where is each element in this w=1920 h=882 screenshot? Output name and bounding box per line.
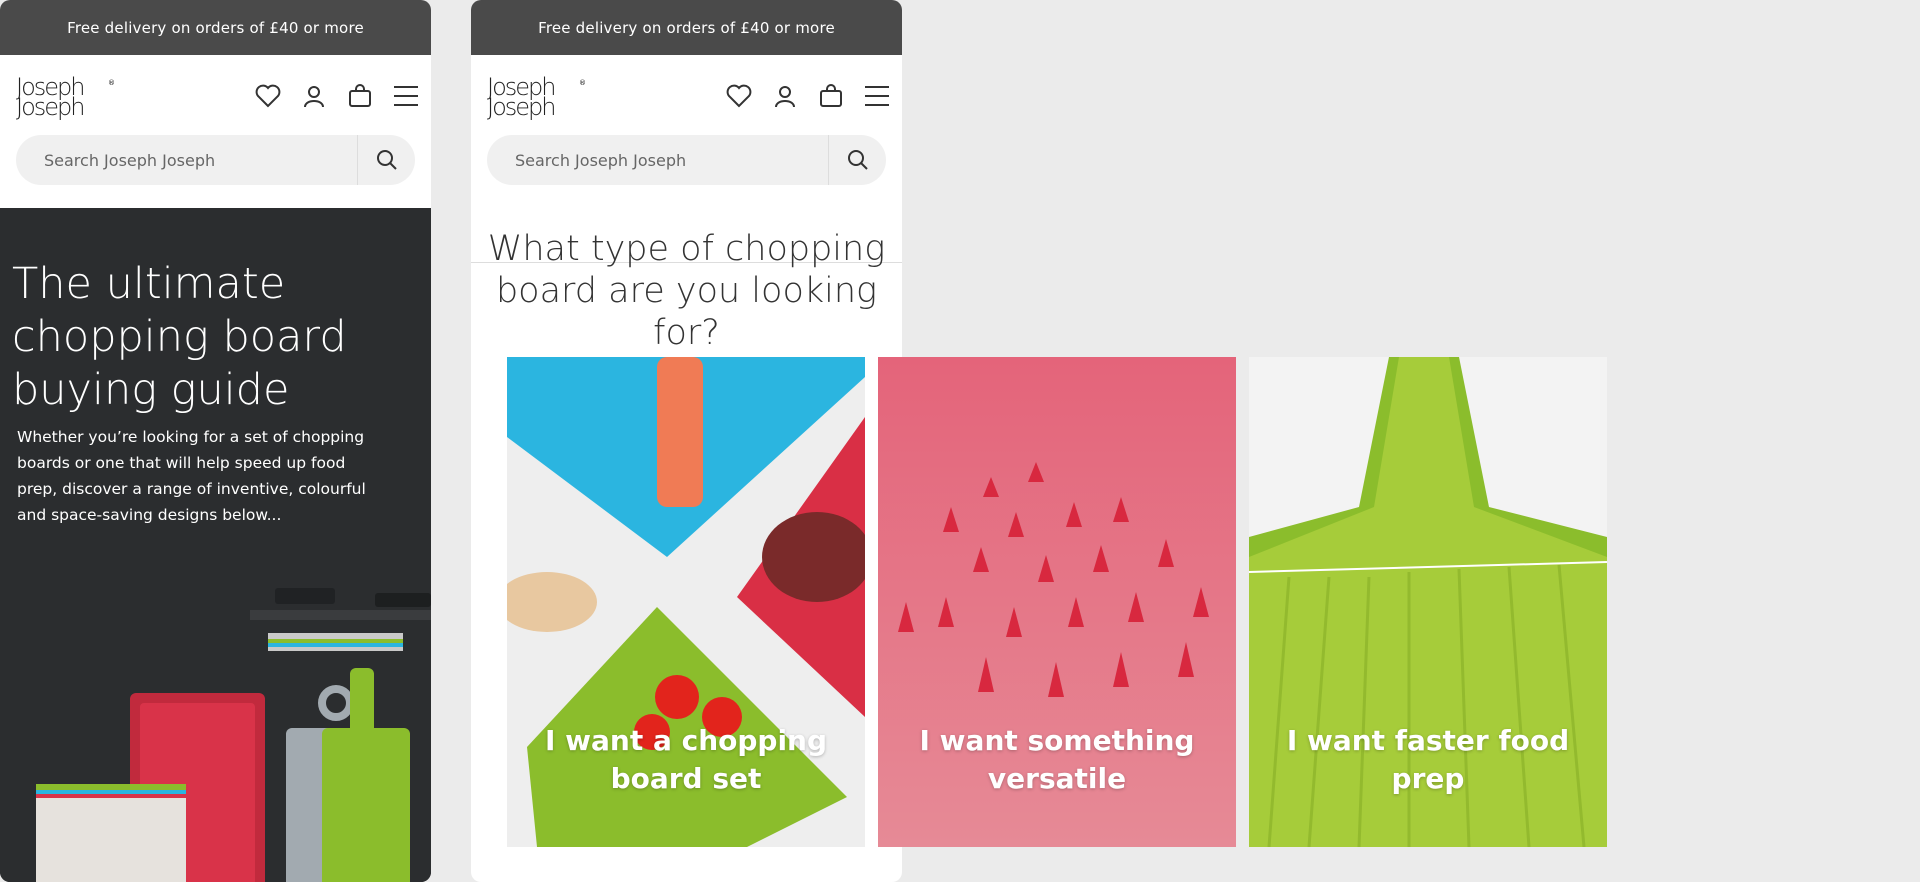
promo-text: Free delivery on orders of £40 or more	[67, 18, 364, 37]
search-input[interactable]	[16, 150, 357, 170]
card-label: I want faster food prep	[1286, 724, 1570, 795]
search-bar-2	[487, 135, 886, 185]
heart-icon[interactable]	[255, 83, 281, 109]
heart-icon[interactable]	[726, 83, 752, 109]
question-title: What type of chopping board are you look…	[487, 229, 886, 353]
bag-icon[interactable]	[818, 83, 844, 109]
brand-logo[interactable]: Joseph Joseph ®	[487, 75, 586, 119]
bag-icon[interactable]	[347, 83, 373, 109]
card-faster-prep[interactable]: I want faster food prep	[1249, 357, 1607, 847]
card-label: I want a chopping board set	[544, 724, 828, 795]
menu-icon[interactable]	[864, 83, 890, 109]
search-bar	[16, 135, 415, 185]
card-versatile[interactable]: I want something versatile	[878, 357, 1236, 847]
hero-title: The ultimate chopping board buying guide	[12, 259, 347, 415]
user-icon[interactable]	[772, 83, 798, 109]
search-input[interactable]	[487, 150, 828, 170]
mobile-page-left: Free delivery on orders of £40 or more J…	[0, 0, 431, 882]
brand-logo[interactable]: Joseph Joseph ®	[16, 75, 115, 119]
search-icon	[847, 150, 868, 170]
menu-icon[interactable]	[393, 83, 419, 109]
hero-description: Whether you’re looking for a set of chop…	[17, 428, 366, 524]
promo-banner-2[interactable]: Free delivery on orders of £40 or more	[471, 0, 902, 55]
card-chopping-board-set[interactable]: I want a chopping board set	[507, 357, 865, 847]
site-header: Joseph Joseph ®	[0, 55, 431, 135]
card-label: I want something versatile	[919, 724, 1195, 795]
search-button[interactable]	[828, 135, 886, 185]
user-icon[interactable]	[301, 83, 327, 109]
search-button[interactable]	[357, 135, 415, 185]
promo-banner[interactable]: Free delivery on orders of £40 or more	[0, 0, 431, 55]
promo-text: Free delivery on orders of £40 or more	[538, 18, 835, 37]
site-header-2: Joseph Joseph ®	[471, 55, 902, 135]
search-icon	[376, 150, 397, 170]
hero-banner: The ultimate chopping board buying guide…	[0, 208, 431, 882]
